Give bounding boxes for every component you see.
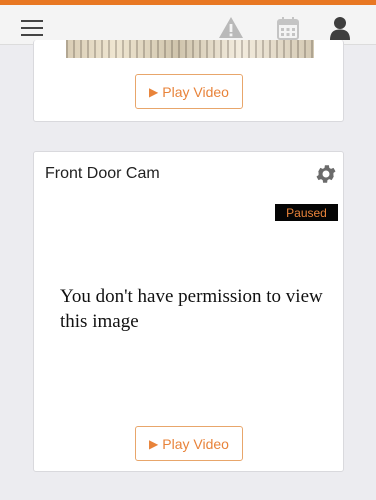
hamburger-menu-icon[interactable] <box>21 20 43 36</box>
user-icon[interactable] <box>327 15 353 41</box>
play-video-button[interactable]: ▶ Play Video <box>135 426 243 461</box>
front-door-camera-card: Front Door Cam Paused You don't have per… <box>33 151 344 472</box>
play-video-label: Play Video <box>162 435 229 452</box>
status-badge: Paused <box>275 204 338 221</box>
warning-triangle-icon[interactable] <box>218 15 244 41</box>
top-bar <box>0 0 376 45</box>
previous-camera-card: ▶ Play Video <box>33 40 344 122</box>
camera-name: Front Door Cam <box>45 165 160 182</box>
play-icon: ▶ <box>149 84 159 99</box>
play-video-button[interactable]: ▶ Play Video <box>135 74 243 109</box>
play-icon: ▶ <box>149 436 159 451</box>
camera-snapshot-thumbnail[interactable] <box>66 40 314 58</box>
play-video-label: Play Video <box>162 83 229 100</box>
permission-message: You don't have permission to view this i… <box>60 286 323 332</box>
calendar-icon[interactable] <box>275 15 301 41</box>
gear-icon[interactable] <box>314 162 338 186</box>
